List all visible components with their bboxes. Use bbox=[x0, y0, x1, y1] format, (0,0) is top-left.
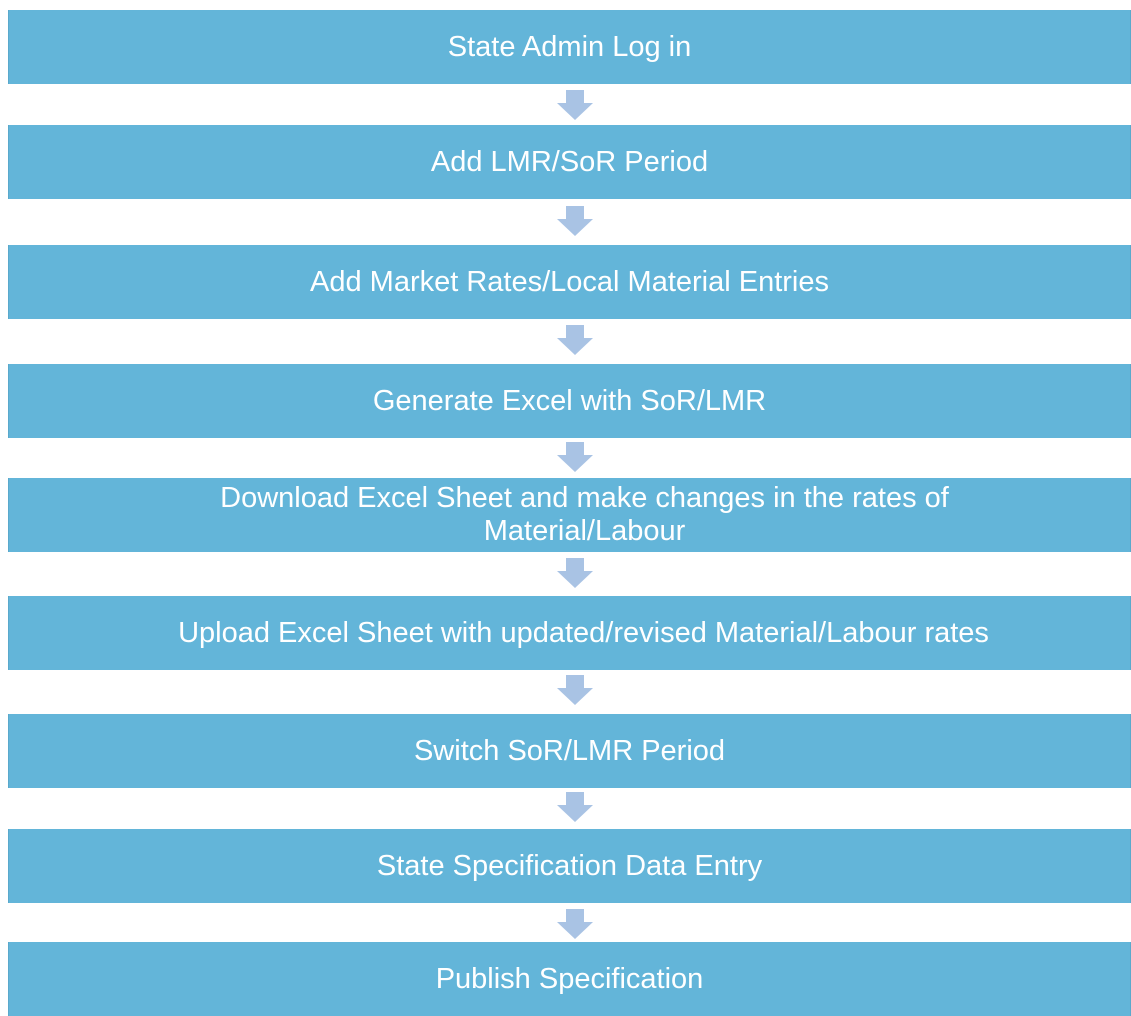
process-flowchart: State Admin Log in Add LMR/SoR Period Ad… bbox=[0, 0, 1131, 1016]
down-arrow-icon bbox=[557, 325, 593, 355]
down-arrow-icon bbox=[557, 558, 593, 588]
step-box-3: Add Market Rates/Local Material Entries bbox=[8, 245, 1131, 319]
step-box-1: State Admin Log in bbox=[8, 10, 1131, 84]
step-box-5: Download Excel Sheet and make changes in… bbox=[8, 478, 1131, 552]
step-box-6: Upload Excel Sheet with updated/revised … bbox=[8, 596, 1131, 670]
down-arrow-icon bbox=[557, 675, 593, 705]
step-label-7: Switch SoR/LMR Period bbox=[413, 734, 726, 767]
step-label-6: Upload Excel Sheet with updated/revised … bbox=[178, 616, 989, 649]
step-label-8: State Specification Data Entry bbox=[376, 849, 763, 882]
down-arrow-icon bbox=[557, 90, 593, 120]
down-arrow-icon bbox=[557, 206, 593, 236]
step-label-9: Publish Specification bbox=[435, 962, 704, 995]
step-label-1: State Admin Log in bbox=[447, 30, 692, 63]
step-label-4: Generate Excel with SoR/LMR bbox=[372, 384, 767, 417]
step-label-5: Download Excel Sheet and make changes in… bbox=[220, 482, 949, 547]
step-label-3: Add Market Rates/Local Material Entries bbox=[310, 265, 829, 298]
step-box-9: Publish Specification bbox=[8, 942, 1131, 1016]
down-arrow-icon bbox=[557, 909, 593, 939]
step-box-8: State Specification Data Entry bbox=[8, 829, 1131, 903]
down-arrow-icon bbox=[557, 792, 593, 822]
step-label-2: Add LMR/SoR Period bbox=[430, 145, 709, 178]
step-box-2: Add LMR/SoR Period bbox=[8, 125, 1131, 199]
step-box-7: Switch SoR/LMR Period bbox=[8, 714, 1131, 788]
down-arrow-icon bbox=[557, 442, 593, 472]
step-box-4: Generate Excel with SoR/LMR bbox=[8, 364, 1131, 438]
